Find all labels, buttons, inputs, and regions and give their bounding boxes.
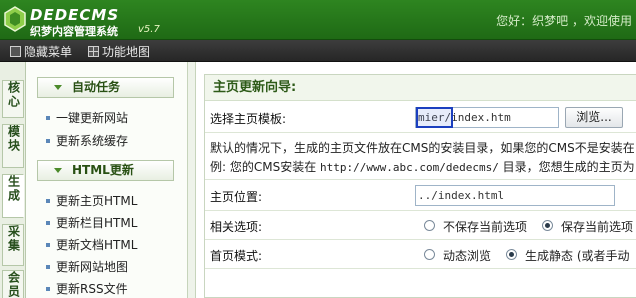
menu-item-update-rss[interactable]: 更新RSS文件 [46, 280, 128, 297]
template-label: 选择主页模板: [210, 112, 287, 126]
description-url: http://www.abc.com/dedecms/ [320, 161, 499, 174]
menu-icon [10, 46, 21, 57]
tab-generate-label: 生成 [6, 175, 21, 203]
position-label: 主页位置: [210, 190, 263, 204]
description-row: 默认的情况下，生成的主页文件放在CMS的安装目录，如果您的CMS不是安装在 例:… [205, 133, 636, 180]
menu-item-update-cache[interactable]: 更新系统缓存 [46, 132, 128, 149]
logo-text: DEDECMS [30, 6, 120, 24]
logo-icon [4, 6, 26, 32]
description-line-1: 默认的情况下，生成的主页文件放在CMS的安装目录，如果您的CMS不是安装在 [210, 141, 635, 155]
tab-generate[interactable]: 生成 [2, 174, 24, 218]
position-row: 主页位置: ../index.html [205, 180, 636, 211]
hide-menu-label: 隐藏菜单 [24, 45, 73, 59]
bullet-icon [46, 220, 50, 225]
top-toolbar: 隐藏菜单 功能地图 [0, 40, 636, 62]
welcome-text: 您好：织梦吧 ，欢迎使用 [496, 14, 632, 28]
bullet-icon [46, 286, 50, 291]
template-row: 选择主页模板: mier/index.htm 浏览... [205, 102, 636, 133]
menu-item-label: 更新系统缓存 [56, 134, 129, 148]
side-menu: 自动任务 一键更新网站 更新系统缓存 HTML更新 更新主页HTML 更新栏目H… [26, 62, 188, 298]
menu-item-update-sitemap[interactable]: 更新网站地图 [46, 258, 128, 275]
tab-member-label: 会员 [6, 271, 21, 298]
app-header: DEDECMS 织梦内容管理系统 v5.7 您好：织梦吧 ，欢迎使用 [0, 0, 636, 40]
menu-item-update-docs[interactable]: 更新文档HTML [46, 236, 137, 253]
bullet-icon [46, 198, 50, 203]
mode-row: 首页模式: 动态浏览 生成静态 (或者手动 [205, 240, 636, 269]
static-radio[interactable] [506, 249, 517, 260]
options-row: 相关选项: 不保存当前选项 保存当前选项 [205, 211, 636, 240]
menu-item-update-site[interactable]: 一键更新网站 [46, 109, 128, 126]
chevron-down-icon [54, 85, 62, 90]
home-update-panel: 主页更新向导: 选择主页模板: mier/index.htm 浏览... 默认的… [204, 74, 636, 298]
tab-collect[interactable]: 采集 [2, 224, 24, 266]
section-auto-task-title: 自动任务 [72, 80, 121, 94]
no-save-radio[interactable] [424, 220, 435, 231]
grid-icon [88, 46, 99, 57]
bullet-icon [46, 264, 50, 269]
logo-subtitle: 织梦内容管理系统 [30, 25, 118, 38]
options-label: 相关选项: [210, 220, 263, 234]
main-content: 主页更新向导: 选择主页模板: mier/index.htm 浏览... 默认的… [196, 62, 636, 298]
bullet-icon [46, 242, 50, 247]
static-label: 生成静态 (或者手动 [525, 249, 630, 263]
position-input[interactable]: ../index.html [415, 185, 615, 206]
description-line-2: 例: 您的CMS安装在 http://www.abc.com/dedecms/ … [210, 158, 635, 175]
tab-core-label: 核心 [6, 81, 21, 109]
tab-collect-label: 采集 [6, 225, 21, 253]
chevron-down-icon [54, 168, 62, 173]
tab-module[interactable]: 模块 [2, 124, 24, 168]
menu-item-label: 更新RSS文件 [56, 282, 128, 296]
description-prefix: 例: 您的CMS安装在 [210, 160, 321, 174]
section-auto-task[interactable]: 自动任务 [37, 77, 174, 98]
site-map-button[interactable]: 功能地图 [88, 43, 150, 60]
menu-item-update-category[interactable]: 更新栏目HTML [46, 214, 137, 231]
hide-menu-button[interactable]: 隐藏菜单 [10, 43, 72, 60]
bullet-icon [46, 115, 50, 120]
dynamic-radio[interactable] [424, 249, 435, 260]
module-tabs: 核心 模块 生成 采集 会员 [0, 62, 26, 298]
site-map-label: 功能地图 [102, 45, 151, 59]
splitter[interactable] [188, 62, 196, 298]
save-radio[interactable] [542, 220, 553, 231]
section-html-update[interactable]: HTML更新 [37, 160, 174, 181]
menu-item-label: 更新网站地图 [56, 260, 129, 274]
tab-core[interactable]: 核心 [2, 80, 24, 118]
menu-item-label: 一键更新网站 [56, 111, 129, 125]
section-html-update-title: HTML更新 [72, 163, 134, 177]
logo-version: v5.7 [138, 24, 160, 35]
dynamic-label: 动态浏览 [443, 249, 492, 263]
selection-highlight [416, 107, 453, 128]
menu-item-label: 更新文档HTML [56, 238, 138, 252]
page-title: 主页更新向导: [205, 75, 636, 101]
tab-module-label: 模块 [6, 125, 21, 153]
no-save-label: 不保存当前选项 [443, 220, 528, 234]
browse-button[interactable]: 浏览... [565, 107, 623, 128]
save-label: 保存当前选项 [561, 220, 634, 234]
description-suffix: 目录，您想生成的主页为 [498, 160, 635, 174]
mode-label: 首页模式: [210, 249, 263, 263]
menu-item-label: 更新栏目HTML [56, 216, 138, 230]
bullet-icon [46, 138, 50, 143]
tab-member[interactable]: 会员 [2, 270, 24, 298]
menu-item-label: 更新主页HTML [56, 194, 138, 208]
menu-item-update-home[interactable]: 更新主页HTML [46, 192, 137, 209]
